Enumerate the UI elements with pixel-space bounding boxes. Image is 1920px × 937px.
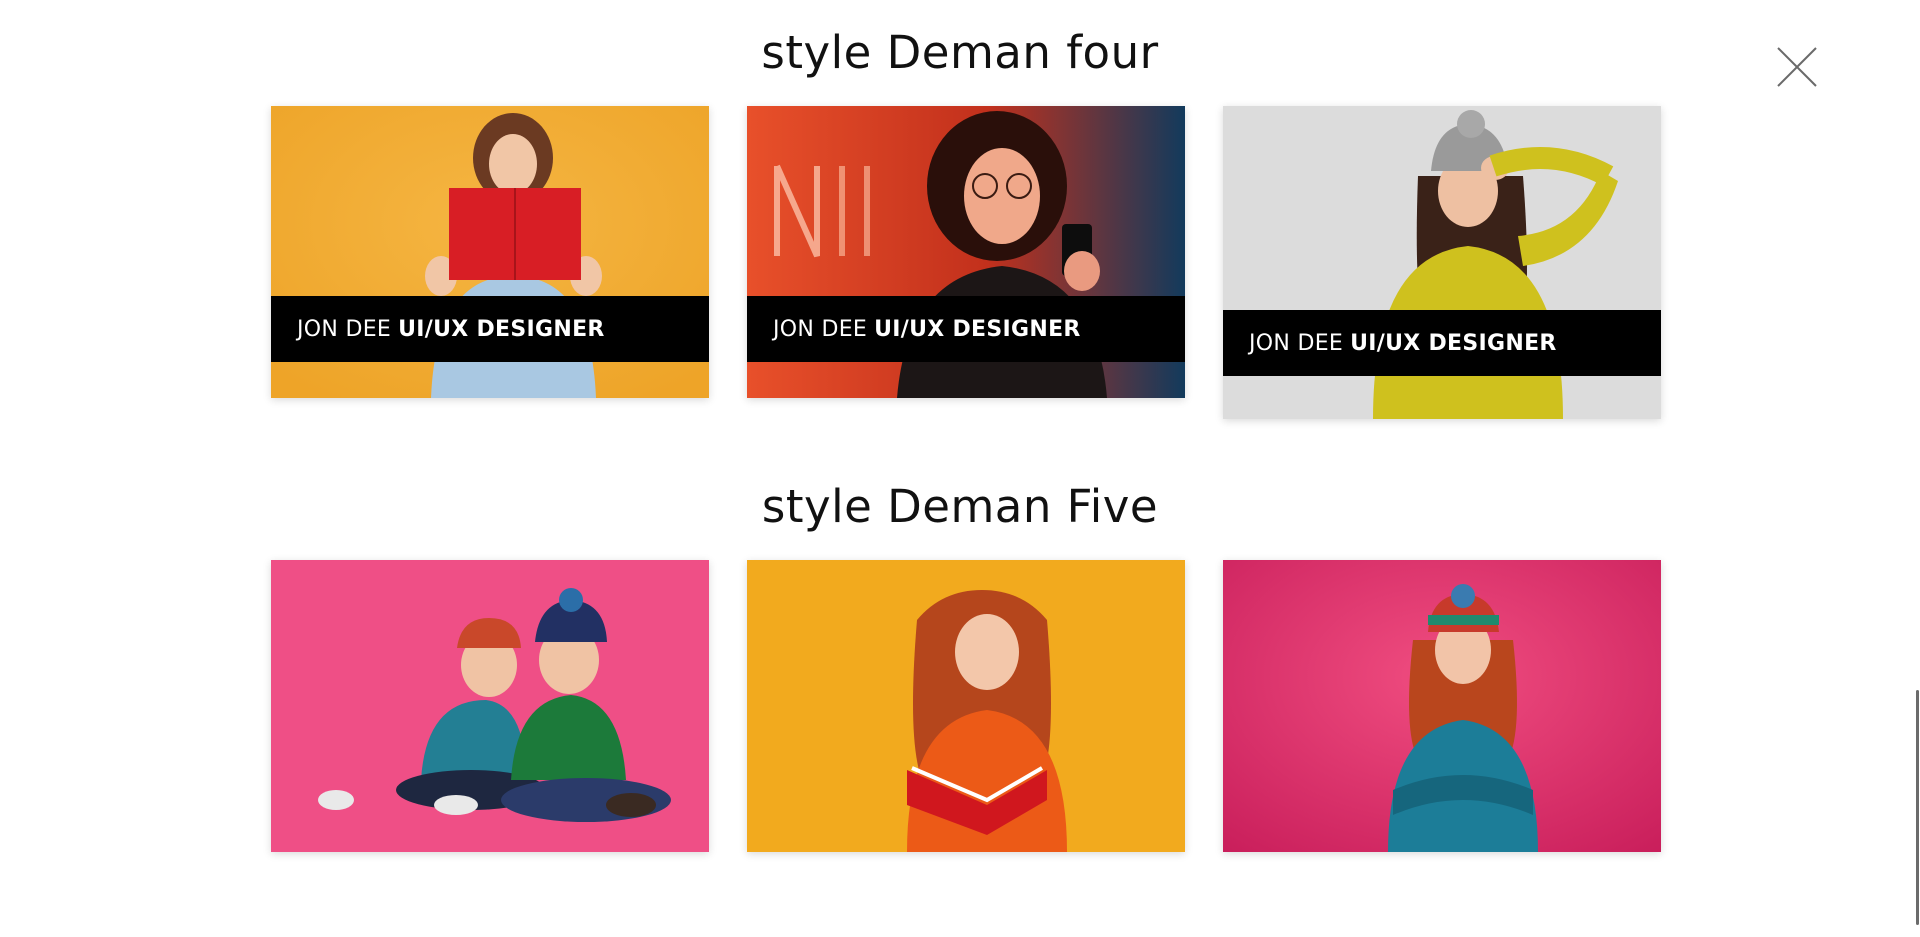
section-title-four: style Deman four — [761, 26, 1159, 79]
gallery-card[interactable]: JON DEE UI/UX DESIGNER — [1223, 106, 1661, 419]
card-caption: JON DEE UI/UX DESIGNER — [271, 296, 709, 362]
caption-role: UI/UX DESIGNER — [1350, 330, 1557, 356]
caption-name: JON DEE — [773, 316, 868, 342]
caption-role: UI/UX DESIGNER — [398, 316, 605, 342]
card-caption: JON DEE UI/UX DESIGNER — [747, 296, 1185, 362]
gallery-card[interactable]: JON DEE UI/UX DESIGNER — [271, 106, 709, 398]
photo-girl-arms-crossed — [1223, 560, 1661, 852]
photo-girl-reading — [747, 560, 1185, 852]
gallery-card[interactable] — [1223, 560, 1661, 852]
photo-two-kids-sitting — [271, 560, 709, 852]
caption-name: JON DEE — [1249, 330, 1344, 356]
card-caption: JON DEE UI/UX DESIGNER — [1223, 310, 1661, 376]
scrollbar-thumb[interactable] — [1916, 690, 1919, 925]
gallery-card[interactable] — [271, 560, 709, 852]
caption-name: JON DEE — [297, 316, 392, 342]
modal-page: style Deman four JON DEE UI/UX DESIGNER … — [0, 0, 1920, 937]
gallery-card[interactable]: JON DEE UI/UX DESIGNER — [747, 106, 1185, 398]
section-title-five: style Deman Five — [761, 480, 1159, 533]
caption-role: UI/UX DESIGNER — [874, 316, 1081, 342]
gallery-card[interactable] — [747, 560, 1185, 852]
